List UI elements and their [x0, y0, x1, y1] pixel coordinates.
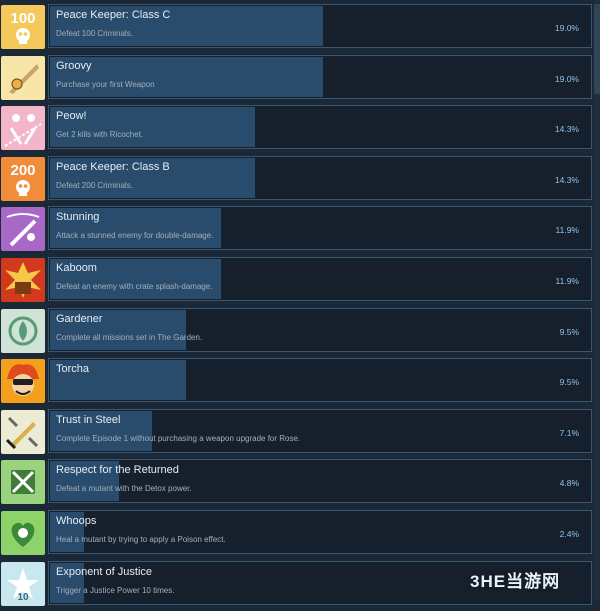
achievement-name: Kaboom — [56, 262, 97, 274]
scrollbar-thumb[interactable] — [594, 4, 600, 94]
achievement-panel: Peace Keeper: Class B Defeat 200 Criminal… — [48, 155, 592, 200]
achievement-row: 200 Peace Keeper: Class B Defeat 200 Crim… — [0, 155, 600, 206]
achievement-name: Gardener — [56, 312, 103, 325]
svg-text:100: 100 — [10, 10, 35, 27]
achievement-description: Purchase your first Weapon — [56, 79, 155, 89]
achievement-description: Attack a stunned enemy for double-damage… — [56, 231, 214, 241]
torcha-face-icon — [1, 359, 45, 404]
achievement-panel: Trust in Steel Complete Episode 1 without… — [48, 408, 592, 453]
achievement-row: Torcha 9.5% — [0, 358, 600, 409]
achievement-percent: 19.0% — [554, 23, 579, 33]
achievement-description: Complete Episode 1 without purchasing a … — [56, 433, 301, 443]
achievement-name: Stunning — [56, 211, 100, 224]
achievement-panel: Peow! Get 2 kills with Ricochet. 14.3% — [48, 105, 592, 150]
ricochet-icon — [1, 106, 45, 151]
weapon-icon — [1, 55, 45, 100]
achievement-row: Gardener Complete all missions set in The… — [0, 307, 600, 358]
achievement-name: Respect for the Returned — [56, 464, 179, 477]
achievement-percent: 14.3% — [554, 174, 579, 185]
achievement-description: Defeat a mutant with the Detox power. — [56, 484, 192, 494]
achievement-percent: 14.3% — [554, 124, 579, 135]
achievement-description: Trigger a Justice Power 10 times. — [56, 585, 175, 595]
achievement-percent: 11.9% — [555, 225, 579, 236]
watermark: 3HE当游网 — [470, 572, 561, 591]
achievement-description: Defeat 100 Criminals. — [56, 29, 133, 38]
achievement-name: Torcha — [56, 363, 90, 376]
achievement-panel: Stunning Attack a stunned enemy for doubl… — [48, 206, 592, 251]
garden-icon — [1, 308, 45, 353]
achievement-description: Defeat an enemy with crate splash-damage… — [56, 282, 213, 291]
achievement-row: Whoops Heal a mutant by trying to apply a… — [0, 510, 600, 560]
achievement-percent: 2.4% — [559, 529, 579, 539]
achievement-name: Exponent of Justice — [56, 565, 153, 578]
achievement-percent: 9.5% — [559, 377, 579, 388]
achievement-name: Peace Keeper: Class C — [56, 9, 171, 21]
poison-heart-icon — [1, 511, 45, 555]
skull-200-icon: 200 — [1, 156, 45, 201]
achievement-name: Trust in Steel — [56, 413, 121, 426]
skull-100-icon: 100 — [1, 5, 45, 49]
detox-icon — [1, 460, 45, 505]
achievement-percent: 4.8% — [559, 478, 579, 489]
justice-10-icon: 10 — [1, 561, 45, 606]
achievement-name: Peace Keeper: Class B — [56, 160, 170, 173]
explosion-icon — [1, 258, 45, 302]
achievement-panel: Torcha 9.5% — [48, 358, 592, 403]
stun-icon — [1, 207, 45, 252]
achievement-row: Respect for the Returned Defeat a mutant … — [0, 459, 600, 510]
achievement-row: Trust in Steel Complete Episode 1 without… — [0, 408, 600, 459]
achievement-description: Defeat 200 Criminals. — [56, 180, 133, 190]
achievement-name: Peow! — [56, 110, 87, 123]
svg-text:200: 200 — [10, 162, 35, 179]
achievement-description: Get 2 kills with Ricochet. — [56, 130, 144, 140]
achievement-percent: 9.5% — [559, 326, 579, 337]
achievement-name: Groovy — [56, 59, 92, 72]
achievement-percent: 7.1% — [559, 427, 579, 438]
achievement-panel: Peace Keeper: Class C Defeat 100 Criminal… — [48, 4, 592, 48]
achievement-panel: Gardener Complete all missions set in The… — [48, 307, 592, 352]
achievement-row: 100 Peace Keeper: Class C Defeat 100 Crim… — [0, 4, 600, 54]
achievement-name: Whoops — [56, 515, 97, 527]
achievement-row: Kaboom Defeat an enemy with crate splash-… — [0, 257, 600, 307]
achievement-percent: 19.0% — [554, 73, 579, 84]
achievement-row: Groovy Purchase your first Weapon 19.0% — [0, 54, 600, 105]
achievement-row: Stunning Attack a stunned enemy for doubl… — [0, 206, 600, 257]
achievement-row: Peow! Get 2 kills with Ricochet. 14.3% — [0, 105, 600, 156]
sword-icon — [1, 409, 45, 454]
achievement-percent: 11.9% — [555, 276, 579, 286]
achievement-panel: Whoops Heal a mutant by trying to apply a… — [48, 510, 592, 554]
achievement-panel: Groovy Purchase your first Weapon 19.0% — [48, 54, 592, 99]
achievement-description: Complete all missions set in The Garden. — [56, 332, 203, 342]
achievement-description: Heal a mutant by trying to apply a Poiso… — [56, 535, 226, 544]
achievement-panel: Kaboom Defeat an enemy with crate splash-… — [48, 257, 592, 301]
svg-text:10: 10 — [17, 592, 29, 603]
achievement-panel: Respect for the Returned Defeat a mutant … — [48, 459, 592, 504]
